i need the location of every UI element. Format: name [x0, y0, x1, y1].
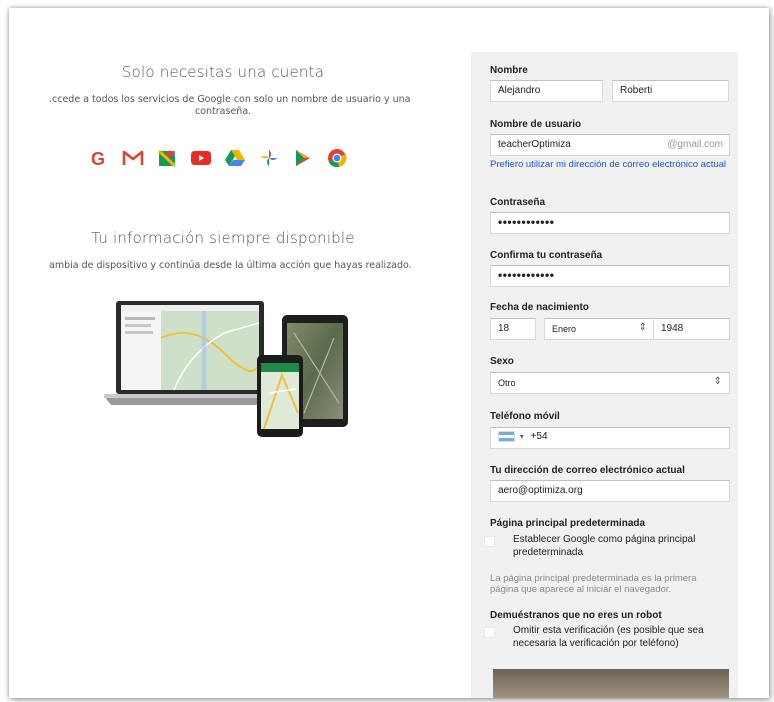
skip-verification-checkbox[interactable] — [484, 627, 495, 638]
google-g-icon: G — [87, 147, 111, 169]
maps-icon — [155, 147, 179, 169]
phone-label: Teléfono móvil — [490, 411, 560, 422]
gender-value: Otro — [498, 378, 516, 388]
username-input[interactable]: teacherOptimiza @gmail.com — [490, 134, 730, 156]
signup-page: Solo necesitas una cuenta .ccede a todos… — [9, 8, 769, 698]
current-email-input[interactable]: aero@optimiza.org — [490, 480, 730, 502]
confirm-password-input[interactable]: •••••••••••• — [490, 265, 730, 287]
photos-icon — [257, 147, 281, 169]
intro-column: Solo necesitas una cuenta .ccede a todos… — [9, 8, 449, 698]
gender-label: Sexo — [490, 356, 514, 367]
drive-icon — [223, 147, 247, 169]
name-label: Nombre — [490, 65, 528, 76]
google-apps-row: G — [87, 147, 349, 169]
gmail-icon — [121, 147, 145, 169]
homepage-checkbox[interactable] — [484, 536, 495, 547]
signup-form: Nombre Alejandro Roberti Nombre de usuar… — [471, 52, 738, 698]
intro-heading-availability: Tu información siempre disponible — [91, 229, 355, 247]
first-name-input[interactable]: Alejandro — [490, 80, 603, 102]
homepage-hint: La página principal predeterminada es la… — [490, 573, 697, 595]
chrome-icon — [325, 147, 349, 169]
use-current-email-link[interactable]: Prefiero utilizar mi dirección de correo… — [490, 159, 730, 171]
argentina-flag-icon[interactable] — [498, 431, 515, 442]
birth-month-value: Enero — [552, 324, 577, 334]
homepage-checkbox-label: Establecer Google como página principal … — [513, 534, 696, 558]
phone-input[interactable]: ▾ +54 — [490, 427, 730, 449]
intro-subtext-line2: contraseña. — [195, 106, 252, 117]
intro-heading-account: Solo necesitas una cuenta — [121, 63, 325, 81]
svg-text:G: G — [91, 149, 105, 168]
captcha-image — [493, 669, 729, 698]
play-store-icon — [291, 147, 315, 169]
birth-month-select[interactable]: Enero ⇕ — [544, 318, 655, 340]
homepage-label: Página principal predeterminada — [490, 518, 646, 529]
phone-value: +54 — [530, 431, 548, 443]
robot-label: Demuéstranos que no eres un robot — [490, 610, 662, 621]
gender-select[interactable]: Otro ⇕ — [490, 372, 730, 394]
confirm-password-label: Confirma tu contraseña — [490, 250, 603, 261]
gmail-suffix: @gmail.com — [667, 139, 723, 150]
birth-year-input[interactable]: 1948 — [653, 318, 730, 340]
birthdate-label: Fecha de nacimiento — [490, 302, 589, 313]
devices-illustration — [104, 301, 348, 437]
gender-select-arrow-icon: ⇕ — [713, 376, 722, 387]
last-name-input[interactable]: Roberti — [612, 80, 729, 102]
country-dropdown-icon[interactable]: ▾ — [520, 432, 524, 441]
month-select-arrow-icon: ⇕ — [638, 322, 647, 333]
username-label: Nombre de usuario — [490, 119, 582, 130]
youtube-icon — [189, 147, 213, 169]
skip-verification-label: Omitir esta verificación (es posible que… — [513, 625, 704, 649]
intro-subtext-availability: ambia de dispositivo y continúa desde la… — [49, 260, 412, 271]
password-label: Contraseña — [490, 197, 546, 208]
current-email-label: Tu dirección de correo electrónico actua… — [490, 465, 685, 476]
username-value: teacherOptimiza — [498, 139, 571, 150]
birth-day-input[interactable]: 18 — [490, 318, 536, 340]
password-input[interactable]: •••••••••••• — [490, 212, 730, 234]
